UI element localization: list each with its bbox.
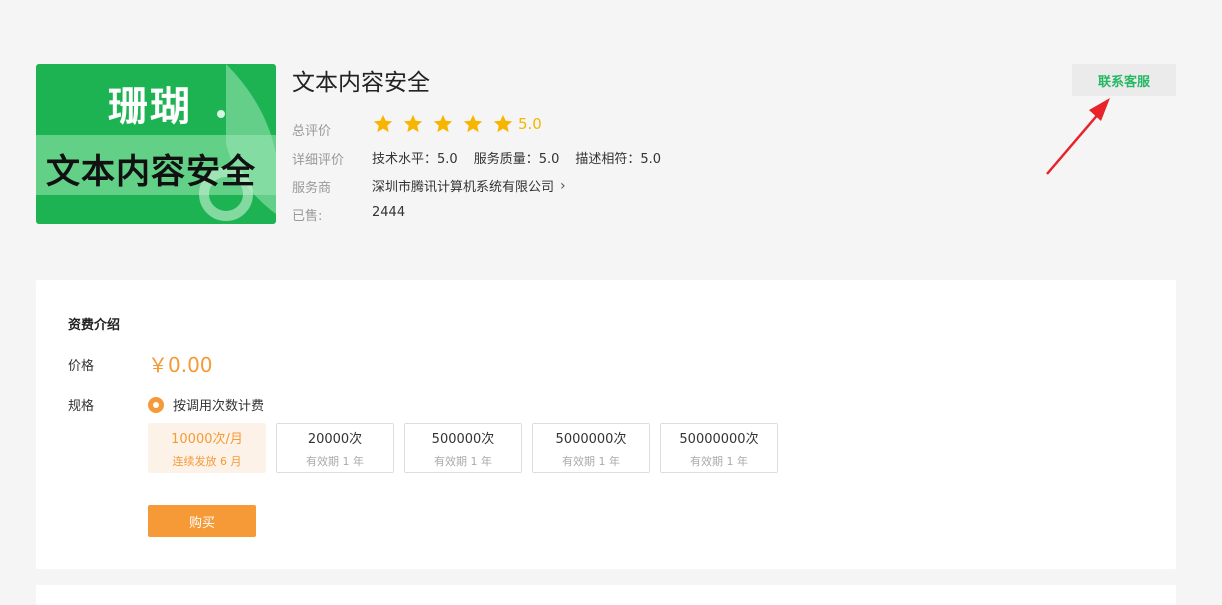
- pricing-card: 资费介绍 价格 ￥0.00 规格 按调用次数计费 10000次/月 连续发放 6…: [36, 280, 1176, 569]
- price-value: ￥0.00: [148, 353, 213, 377]
- spec-quantity: 10000次/月: [171, 431, 243, 447]
- spec-validity: 连续发放 6 月: [172, 454, 242, 468]
- spec-label: 规格: [68, 399, 95, 414]
- spec-option[interactable]: 50000000次 有效期 1 年: [660, 423, 778, 473]
- star-icon: [373, 114, 393, 133]
- star-icon: [433, 114, 453, 133]
- buy-button[interactable]: 购买: [148, 505, 256, 537]
- chevron-right-icon[interactable]: ›: [560, 178, 566, 194]
- spec-quantity: 20000次: [307, 431, 363, 447]
- radio-selected-icon[interactable]: [148, 396, 164, 413]
- service-quality-rating: 服务质量：5.0: [473, 152, 560, 167]
- spec-options: 10000次/月 连续发放 6 月 20000次 有效期 1 年 500000次…: [148, 423, 788, 473]
- star-icon: [403, 114, 423, 133]
- spec-option[interactable]: 500000次 有效期 1 年: [404, 423, 522, 473]
- billing-option-label[interactable]: 按调用次数计费: [173, 395, 264, 414]
- spec-validity: 有效期 1 年: [434, 454, 492, 468]
- overall-rating-label: 总评价: [292, 124, 332, 139]
- spec-option[interactable]: 20000次 有效期 1 年: [276, 423, 394, 473]
- vendor-link[interactable]: 深圳市腾讯计算机系统有限公司 ›: [372, 176, 566, 196]
- spec-validity: 有效期 1 年: [562, 454, 620, 468]
- pricing-section-title: 资费介绍: [68, 318, 121, 333]
- product-image: 珊瑚 文本内容安全: [36, 64, 276, 224]
- spec-quantity: 5000000次: [555, 431, 627, 447]
- sold-label: 已售:: [292, 209, 323, 224]
- star-icon: [463, 114, 483, 133]
- spec-option[interactable]: 5000000次 有效期 1 年: [532, 423, 650, 473]
- product-title: 文本内容安全: [292, 69, 430, 95]
- red-arrow-annotation: [1046, 98, 1110, 175]
- sold-count: 2444: [372, 205, 406, 220]
- billing-option[interactable]: 按调用次数计费: [148, 395, 264, 414]
- tech-level-rating: 技术水平：5.0: [372, 152, 458, 167]
- star-icon: [493, 114, 513, 133]
- detail-ratings: 技术水平：5.0 服务质量：5.0 描述相符：5.0: [372, 148, 677, 167]
- vendor-name[interactable]: 深圳市腾讯计算机系统有限公司: [372, 176, 554, 195]
- spec-quantity: 50000000次: [679, 431, 759, 447]
- next-section-card: [36, 585, 1176, 605]
- spec-validity: 有效期 1 年: [306, 454, 364, 468]
- price-label: 价格: [68, 359, 95, 374]
- spec-option[interactable]: 10000次/月 连续发放 6 月: [148, 423, 266, 473]
- detail-rating-label: 详细评价: [292, 153, 345, 168]
- spec-validity: 有效期 1 年: [690, 454, 748, 468]
- image-product-text: 文本内容安全: [46, 152, 256, 192]
- spec-quantity: 500000次: [431, 431, 495, 447]
- description-match-rating: 描述相符：5.0: [575, 152, 662, 167]
- rating-stars: 5.0: [372, 113, 542, 135]
- vendor-label: 服务商: [292, 181, 332, 196]
- rating-value: 5.0: [518, 115, 542, 133]
- image-brand-text: 珊瑚: [108, 84, 192, 130]
